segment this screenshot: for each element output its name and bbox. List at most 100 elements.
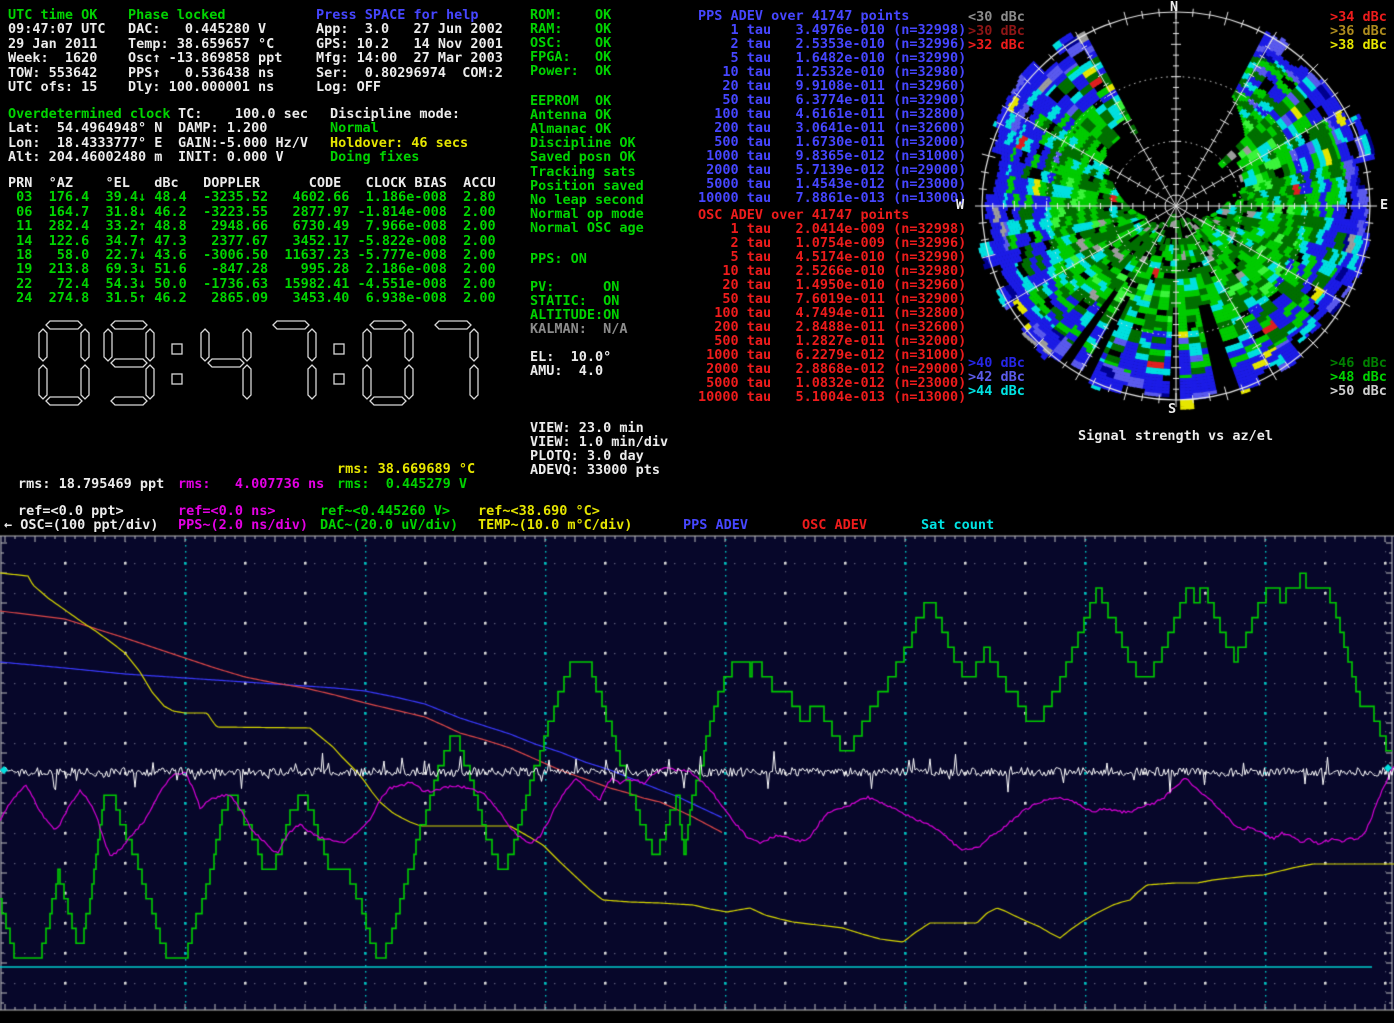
dbc-legend-bottom-right-line-2: >50 dBc — [1330, 384, 1387, 398]
lady-heather-console: UTC time OK09:47:07 UTC29 Jan 2011Week: … — [0, 0, 1394, 1023]
minor-alarms-line-6: Position saved — [530, 179, 644, 193]
legend-pps-line-0: PPS~(2.0 ns/div) — [178, 518, 308, 532]
clock-colon — [334, 374, 344, 384]
legend-pps-adev-line-0: PPS ADEV — [683, 518, 748, 532]
loop-params-line-3: INIT: 0.000 V — [178, 150, 284, 164]
dbc-legend-top-right-line-1: >36 dBc — [1330, 24, 1387, 38]
minor-alarms-line-4: Saved posn OK — [530, 150, 636, 164]
rms-osc-line-0: rms: 18.795469 ppt — [18, 477, 164, 491]
discipline-mode-line-1: Normal — [330, 121, 379, 135]
ref-pps-line-0: ref=<0.0 ns> — [178, 504, 276, 518]
osc-adev-table-line-3: 5 tau 4.5174e-010 (n=32990) — [698, 250, 966, 264]
version-info-line-1: App: 3.0 27 Jun 2002 — [316, 22, 503, 36]
osc-adev-table-line-9: 500 tau 1.2827e-011 (n=32000) — [698, 334, 966, 348]
clock-digit-4 — [201, 329, 251, 399]
clock-colon — [334, 344, 344, 354]
clock-colon — [172, 344, 182, 354]
polar-north-label-line-0: N — [1170, 0, 1178, 14]
sat-table-line-2: 06 164.7 31.8↓ 46.2 -3223.55 2877.97 -1.… — [8, 205, 496, 219]
sat-table-line-3: 11 282.4 33.2↑ 48.8 2948.66 6730.49 7.96… — [8, 219, 496, 233]
clock-digit-7 — [435, 321, 478, 399]
legend-temp-line-0: TEMP~(10.0 m°C/div) — [478, 518, 632, 532]
view-settings-line-2: PLOTQ: 3.0 day — [530, 449, 644, 463]
minor-alarms-line-5: Tracking sats — [530, 165, 636, 179]
dbc-legend-bottom-right-line-1: >48 dBc — [1330, 370, 1387, 384]
dbc-legend-bottom-left-line-1: >42 dBc — [968, 370, 1025, 384]
discipline-mode-line-0: Discipline mode: — [330, 107, 460, 121]
polar-caption-line-0: Signal strength vs az/el — [1078, 429, 1273, 443]
osc-adev-table-line-11: 2000 tau 2.8868e-012 (n=29000) — [698, 362, 966, 376]
version-info-line-4: Ser: 0.80296974 COM:2 — [316, 66, 503, 80]
loop-params-line-2: GAIN:-5.000 Hz/V — [178, 136, 308, 150]
polar-south-label-line-0: S — [1168, 402, 1176, 416]
loop-params-line-1: DAMP: 1.200 — [178, 121, 267, 135]
pps-adev-table-line-7: 100 tau 4.6161e-011 (n=32800) — [698, 107, 966, 121]
receiver-health-line-4: Power: OK — [530, 64, 611, 78]
survey-state-line-0: PV: ON — [530, 280, 619, 294]
pps-adev-table-line-3: 5 tau 1.6482e-010 (n=32990) — [698, 51, 966, 65]
osc-adev-table-line-7: 100 tau 4.7494e-011 (n=32800) — [698, 306, 966, 320]
osc-adev-table-line-0: OSC ADEV over 41747 points — [698, 208, 909, 222]
version-info-line-2: GPS: 10.2 14 Nov 2001 — [316, 37, 503, 51]
pps-adev-table-line-12: 5000 tau 1.4543e-012 (n=23000) — [698, 177, 966, 191]
pps-adev-table-line-11: 2000 tau 5.7139e-012 (n=29000) — [698, 163, 966, 177]
position-line-1: Lat: 54.4964948° N — [8, 121, 162, 135]
pps-adev-table-line-4: 10 tau 1.2532e-010 (n=32980) — [698, 65, 966, 79]
receiver-health-line-2: OSC: OK — [530, 36, 611, 50]
oscillator-status-line-0: Phase locked — [128, 8, 226, 22]
ref-temp-line-0: ref~<38.690 °C> — [478, 504, 600, 518]
receiver-health-line-3: FPGA: OK — [530, 50, 611, 64]
position-line-0: Overdetermined clock — [8, 107, 171, 121]
utc-status-line-4: TOW: 553642 — [8, 66, 97, 80]
clock-digit-0 — [39, 321, 89, 405]
minor-alarms-line-7: No leap second — [530, 193, 644, 207]
oscillator-status-line-2: Temp: 38.659657 °C — [128, 37, 274, 51]
version-info-line-3: Mfg: 14:00 27 Mar 2003 — [316, 51, 503, 65]
utc-status-line-1: 09:47:07 UTC — [8, 22, 106, 36]
polar-east-label-line-0: E — [1380, 198, 1388, 212]
dbc-legend-top-right-line-2: >38 dBc — [1330, 38, 1387, 52]
osc-adev-table-line-13: 10000 tau 5.1004e-013 (n=13000) — [698, 390, 966, 404]
sat-table-line-5: 18 58.0 22.7↓ 43.6 -3006.50 11637.23 -5.… — [8, 248, 496, 262]
sat-table-line-8: 24 274.8 31.5↑ 46.2 2865.09 3453.40 6.93… — [8, 291, 496, 305]
clock-colon — [172, 374, 182, 384]
big-digital-clock — [38, 320, 508, 414]
survey-state-line-3: KALMAN: N/A — [530, 322, 628, 336]
osc-adev-table-line-2: 2 tau 1.0754e-009 (n=32996) — [698, 236, 966, 250]
sat-table-line-1: 03 176.4 39.4↓ 48.4 -3235.52 4602.66 1.1… — [8, 190, 496, 204]
pps-adev-table-line-2: 2 tau 2.5353e-010 (n=32996) — [698, 37, 966, 51]
utc-status-line-3: Week: 1620 — [8, 51, 97, 65]
pps-adev-table-line-8: 200 tau 3.0641e-011 (n=32600) — [698, 121, 966, 135]
version-info-line-0: Press SPACE for help — [316, 8, 479, 22]
sat-table-line-6: 19 213.8 69.3↓ 51.6 -847.28 995.28 2.186… — [8, 262, 496, 276]
view-settings-line-0: VIEW: 23.0 min — [530, 421, 644, 435]
rms-pps-line-0: rms: 4.007736 ns — [178, 477, 324, 491]
view-settings-line-3: ADEVQ: 33000 pts — [530, 463, 660, 477]
osc-adev-table-line-12: 5000 tau 1.0832e-012 (n=23000) — [698, 376, 966, 390]
utc-status-line-0: UTC time OK — [8, 8, 97, 22]
osc-adev-table-line-8: 200 tau 2.8488e-011 (n=32600) — [698, 320, 966, 334]
oscillator-status-line-1: DAC: 0.445280 V — [128, 22, 266, 36]
discipline-mode-line-2: Holdover: 46 secs — [330, 136, 468, 150]
discipline-mode-line-3: Doing fixes — [330, 150, 419, 164]
pps-adev-table-line-9: 500 tau 1.6730e-011 (n=32000) — [698, 135, 966, 149]
loop-params-line-0: TC: 100.0 sec — [178, 107, 308, 121]
dbc-legend-top-right-line-0: >34 dBc — [1330, 10, 1387, 24]
survey-state-line-1: STATIC: ON — [530, 294, 619, 308]
osc-adev-table-line-5: 20 tau 1.4950e-010 (n=32960) — [698, 278, 966, 292]
rms-temp-line-0: rms: 38.669689 °C — [337, 462, 475, 476]
dbc-legend-bottom-right-line-0: >46 dBc — [1330, 356, 1387, 370]
minor-alarms-line-8: Normal op mode — [530, 207, 644, 221]
dbc-legend-bottom-left-line-0: >40 dBc — [968, 356, 1025, 370]
osc-adev-table-line-4: 10 tau 2.5266e-010 (n=32980) — [698, 264, 966, 278]
history-plot-canvas — [0, 530, 1394, 1023]
sat-table-line-4: 14 122.6 34.7↑ 47.3 2377.67 3452.17 -5.8… — [8, 234, 496, 248]
legend-osc-line-0: ← OSC=(100 ppt/div) — [4, 518, 158, 532]
pps-state-line-0: PPS: ON — [530, 252, 587, 266]
pps-adev-table-line-10: 1000 tau 9.8365e-012 (n=31000) — [698, 149, 966, 163]
survey-state-line-2: ALTITUDE:ON — [530, 308, 619, 322]
pps-adev-table-line-6: 50 tau 6.3774e-011 (n=32900) — [698, 93, 966, 107]
legend-sat-count-line-0: Sat count — [921, 518, 994, 532]
legend-dac-line-0: DAC~(20.0 uV/div) — [320, 518, 458, 532]
version-info-line-5: Log: OFF — [316, 80, 381, 94]
